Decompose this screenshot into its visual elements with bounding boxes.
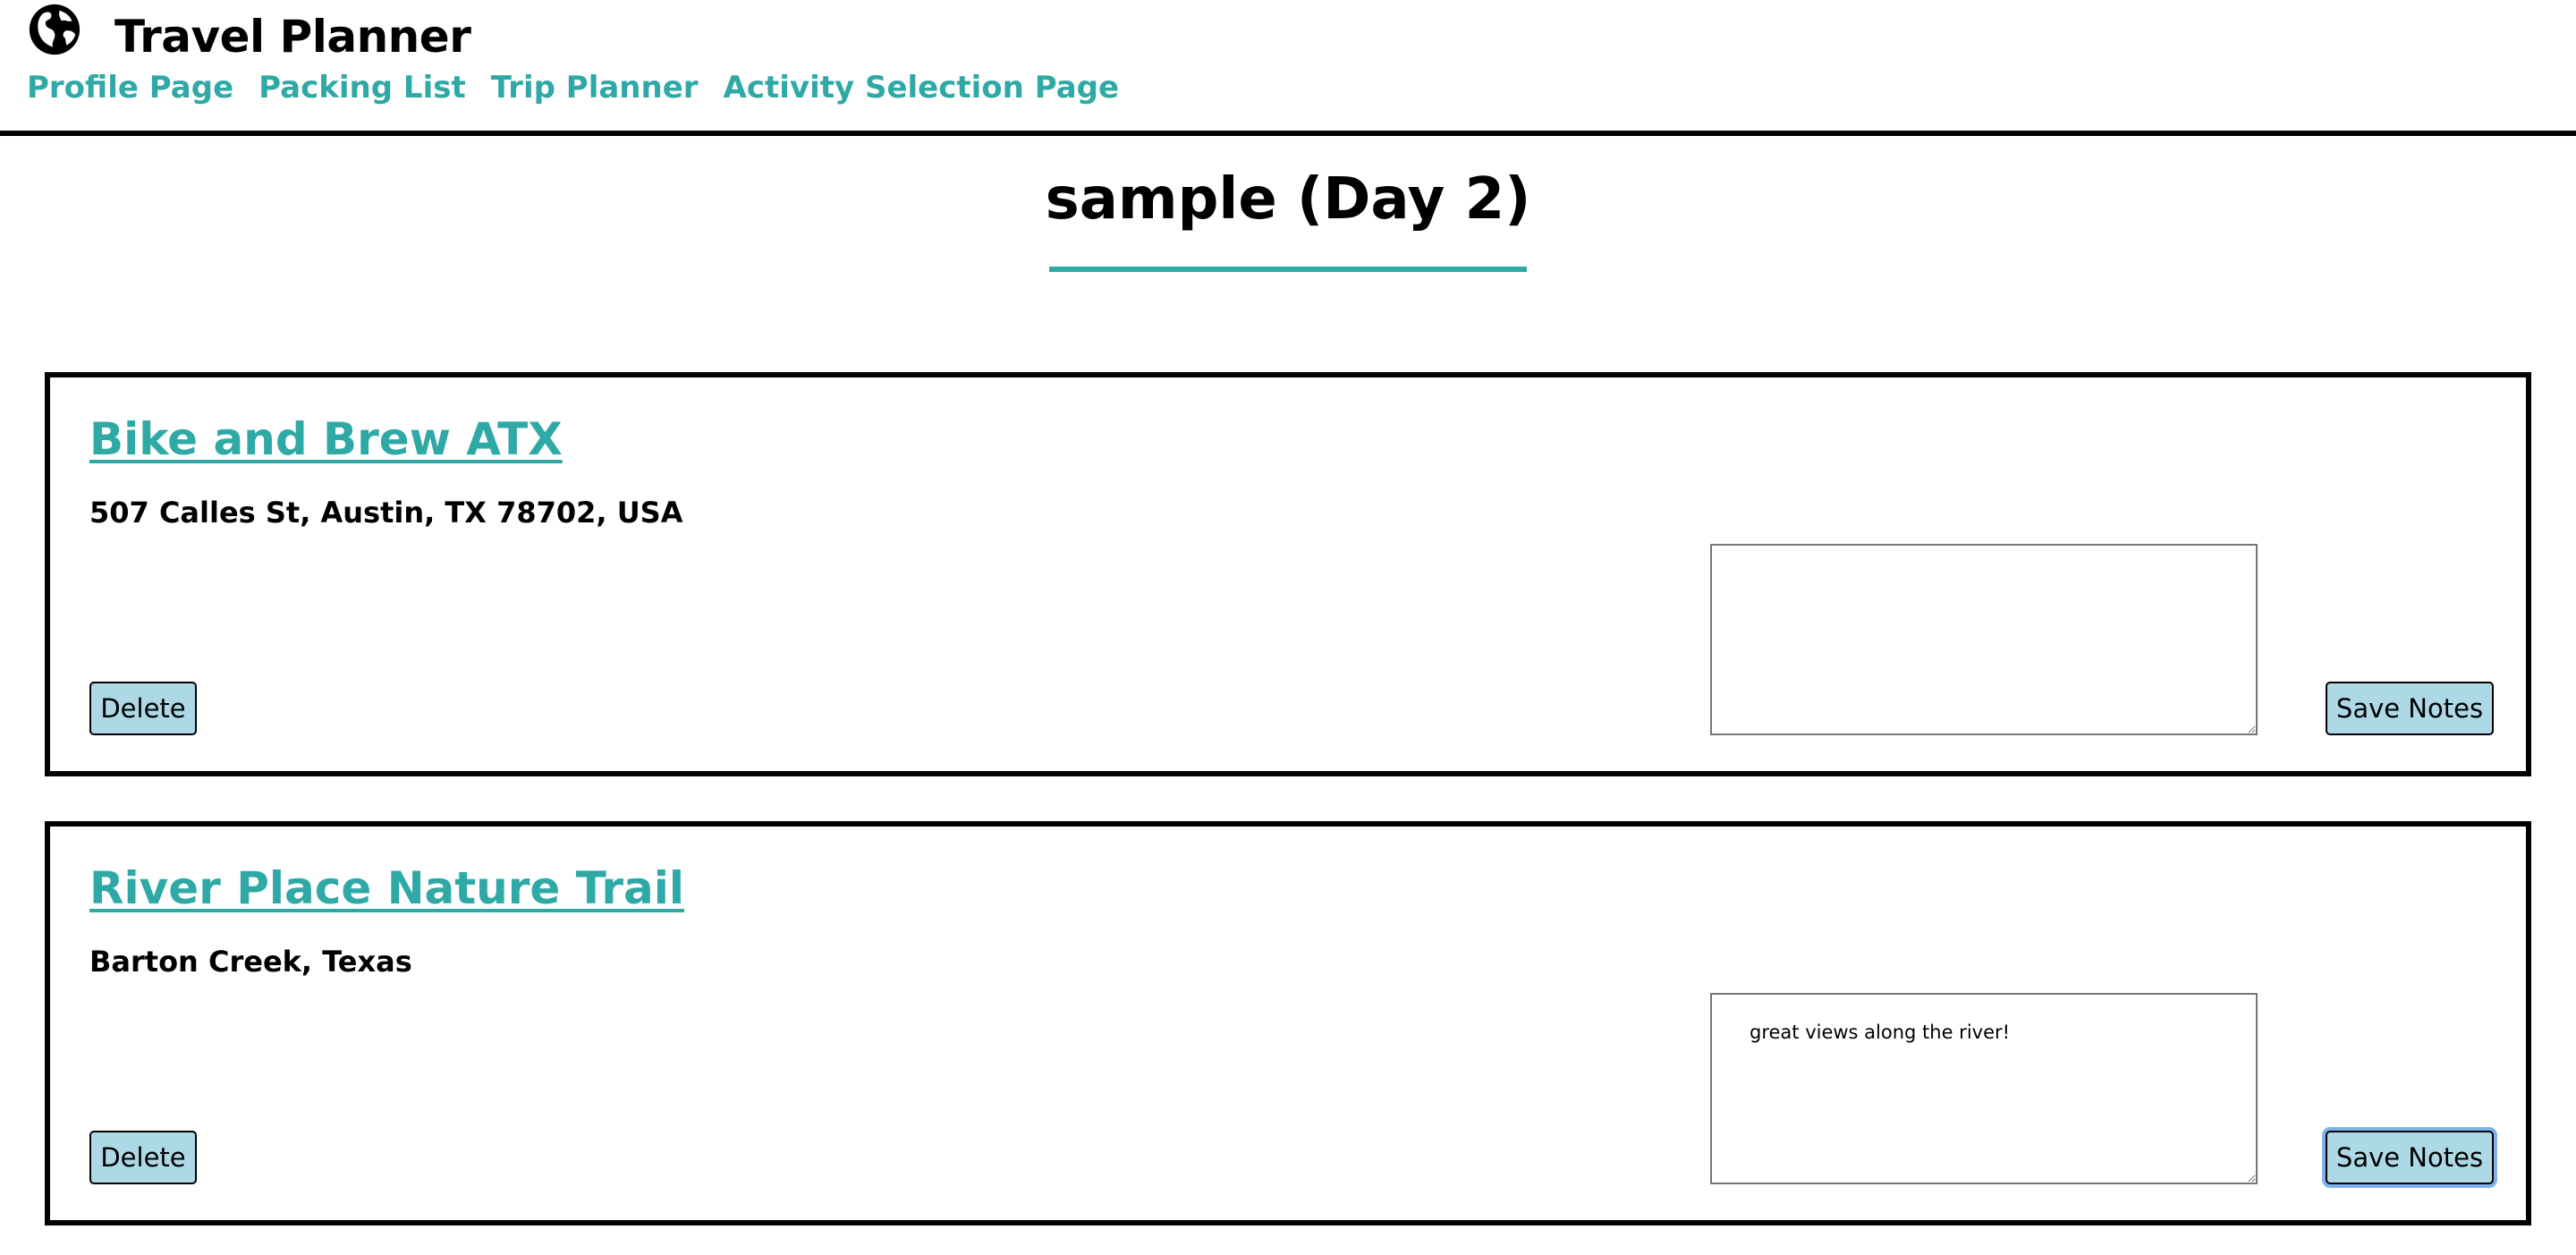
activity-address: 507 Calles St, Austin, TX 78702, USA: [89, 496, 683, 530]
delete-button[interactable]: Delete: [89, 1131, 197, 1184]
title-underline: [1049, 267, 1527, 272]
nav-link-profile-page[interactable]: Profile Page: [27, 70, 233, 106]
nav-link-packing-list[interactable]: Packing List: [258, 70, 466, 106]
delete-button[interactable]: Delete: [89, 682, 197, 735]
main-nav: Profile Page Packing List Trip Planner A…: [27, 70, 1119, 106]
globe-icon: [29, 4, 80, 55]
activity-card: Bike and Brew ATX 507 Calles St, Austin,…: [45, 372, 2531, 776]
activity-address: Barton Creek, Texas: [89, 945, 412, 979]
site-header: Travel Planner Profile Page Packing List…: [0, 0, 2576, 136]
notes-textarea[interactable]: great views along the river!: [1710, 993, 2258, 1184]
nav-link-activity-selection-page[interactable]: Activity Selection Page: [724, 70, 1120, 106]
activity-name-link[interactable]: Bike and Brew ATX: [89, 413, 563, 465]
save-notes-button[interactable]: Save Notes: [2326, 1131, 2494, 1184]
page-title: sample (Day 2): [1045, 166, 1531, 233]
app-title: Travel Planner: [114, 11, 471, 63]
activity-card: River Place Nature Trail Barton Creek, T…: [45, 821, 2531, 1225]
activity-name-link[interactable]: River Place Nature Trail: [89, 862, 684, 914]
nav-link-trip-planner[interactable]: Trip Planner: [491, 70, 699, 106]
save-notes-button[interactable]: Save Notes: [2326, 682, 2494, 735]
notes-textarea[interactable]: [1710, 544, 2258, 735]
